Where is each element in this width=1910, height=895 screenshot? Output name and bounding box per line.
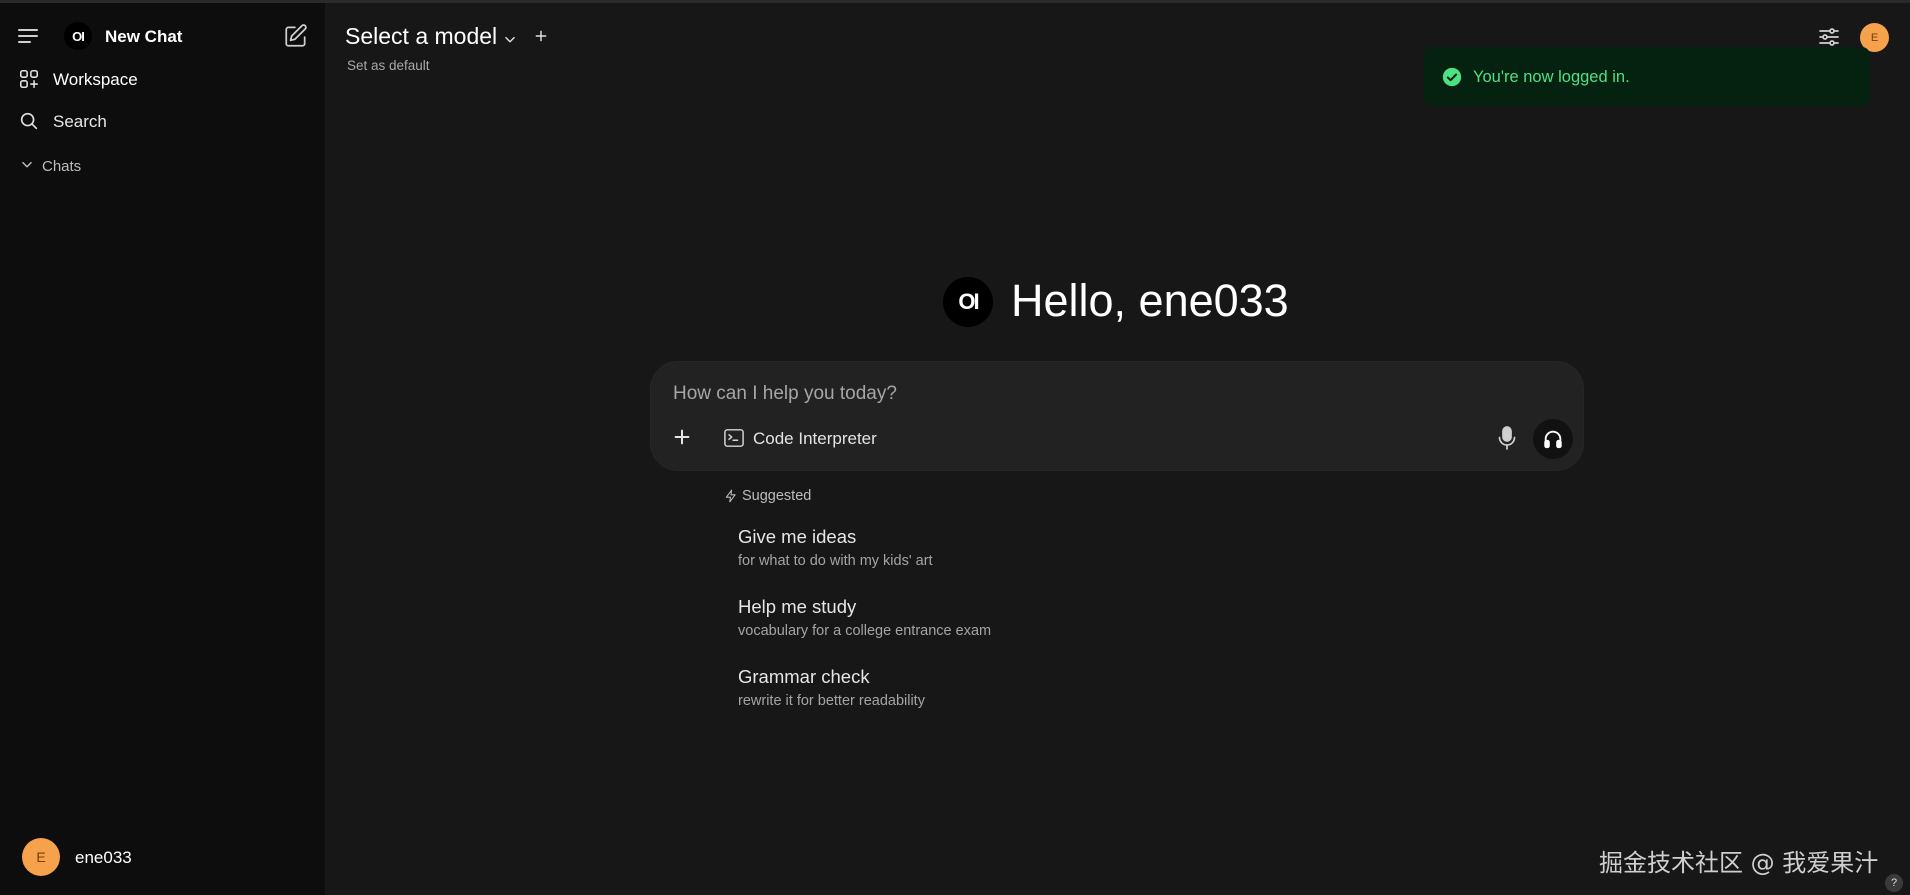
menu-icon[interactable] xyxy=(18,27,40,45)
sidebar-item-search[interactable]: Search xyxy=(0,104,325,138)
new-chat-button[interactable]: New Chat xyxy=(105,27,182,47)
chat-input[interactable] xyxy=(673,380,1553,408)
toast-message: You're now logged in. xyxy=(1473,68,1630,86)
model-selector[interactable]: Select a model xyxy=(345,23,515,55)
search-icon xyxy=(20,112,38,130)
terminal-icon xyxy=(724,429,744,447)
toast-notification: You're now logged in. xyxy=(1424,47,1870,106)
sidebar-item-label: Search xyxy=(53,112,107,131)
bolt-icon xyxy=(725,489,736,503)
help-button[interactable]: ? xyxy=(1885,874,1903,892)
code-interpreter-label: Code Interpreter xyxy=(753,429,877,448)
suggestion-subtitle: vocabulary for a college entrance exam xyxy=(738,623,992,639)
check-circle-icon xyxy=(1442,67,1462,87)
controls-icon[interactable] xyxy=(1817,25,1841,49)
sidebar: OI New Chat Workspace Search Chats E ene… xyxy=(0,3,325,895)
sidebar-header: OI New Chat xyxy=(0,19,325,55)
avatar: E xyxy=(22,838,60,876)
suggestion-title: Help me study xyxy=(738,596,857,617)
chat-input-box: Code Interpreter xyxy=(650,361,1584,471)
suggestion-title: Grammar check xyxy=(738,666,870,687)
plus-icon[interactable] xyxy=(671,426,693,448)
suggested-label: Suggested xyxy=(742,488,812,504)
workspace-icon xyxy=(19,69,39,89)
hero-logo: OI xyxy=(943,277,993,327)
voice-mode-button[interactable] xyxy=(1533,419,1573,459)
greeting-title: Hello, ene033 xyxy=(1011,275,1289,326)
chats-label: Chats xyxy=(42,158,82,175)
sidebar-item-workspace[interactable]: Workspace xyxy=(0,62,325,96)
mic-icon[interactable] xyxy=(1495,425,1519,451)
chevron-down-icon xyxy=(505,36,515,43)
user-menu[interactable]: E ene033 xyxy=(0,837,325,877)
chats-section-toggle[interactable]: Chats xyxy=(0,152,325,180)
edit-icon[interactable] xyxy=(283,23,309,49)
chevron-down-icon xyxy=(22,161,32,168)
suggestion-item[interactable]: Give me ideas for what to do with my kid… xyxy=(738,526,1138,576)
suggestion-subtitle: rewrite it for better readability xyxy=(738,693,925,709)
set-as-default-link[interactable]: Set as default xyxy=(347,58,430,73)
user-name: ene033 xyxy=(75,848,132,867)
headphones-icon xyxy=(1544,430,1562,449)
suggestion-item[interactable]: Help me study vocabulary for a college e… xyxy=(738,596,1138,646)
suggestion-subtitle: for what to do with my kids' art xyxy=(738,553,933,569)
suggestion-item[interactable]: Grammar check rewrite it for better read… xyxy=(738,666,1138,716)
suggestion-title: Give me ideas xyxy=(738,526,857,547)
model-selector-label: Select a model xyxy=(345,23,498,49)
app-logo[interactable]: OI xyxy=(64,22,92,50)
watermark: 掘金技术社区 @ 我爱果汁 xyxy=(1599,849,1879,877)
add-model-button[interactable] xyxy=(533,28,549,44)
sidebar-item-label: Workspace xyxy=(53,70,138,89)
